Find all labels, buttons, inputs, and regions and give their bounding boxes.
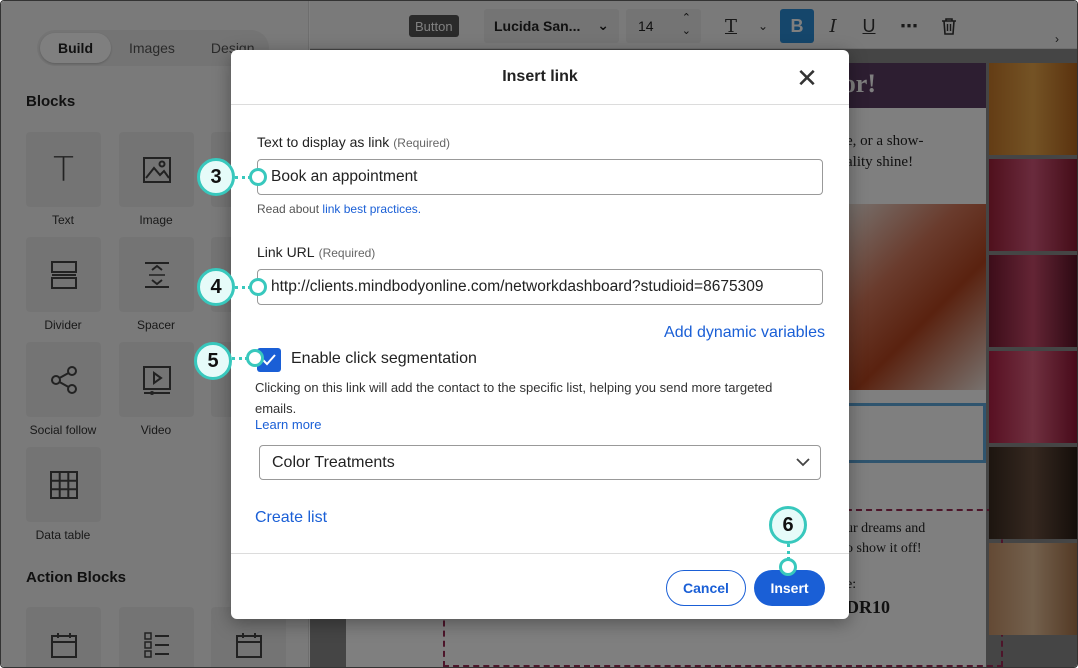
callout-badge: 5 (194, 342, 232, 380)
chevron-down-icon (796, 458, 810, 467)
callout-badge: 6 (769, 506, 807, 544)
callout-badge: 3 (197, 158, 235, 196)
close-icon[interactable]: ✕ (793, 64, 821, 92)
callout-dot (249, 278, 267, 296)
contact-list-value: Color Treatments (272, 453, 395, 471)
link-url-label: Link URL (Required) (257, 244, 375, 260)
divider (231, 104, 849, 105)
dialog-title: Insert link (502, 68, 578, 85)
segmentation-description: Clicking on this link will add the conta… (255, 380, 773, 416)
required-tag: (Required) (318, 246, 376, 260)
best-practices-link[interactable]: link best practices. (322, 202, 421, 216)
cancel-button[interactable]: Cancel (666, 570, 746, 606)
callout-dot (779, 558, 797, 576)
learn-more-link[interactable]: Learn more (255, 417, 321, 432)
link-url-label-text: Link URL (257, 244, 315, 260)
display-text-label-text: Text to display as link (257, 134, 390, 150)
link-url-input[interactable]: http://clients.mindbodyonline.com/networ… (257, 269, 823, 305)
display-text-label: Text to display as link (Required) (257, 134, 450, 150)
contact-list-select[interactable]: Color Treatments (259, 445, 821, 480)
required-tag: (Required) (393, 136, 450, 150)
app-window: Build Images Design Blocks T Text Image … (0, 0, 1078, 668)
add-dynamic-variables-link[interactable]: Add dynamic variables (664, 324, 825, 342)
help-text-prefix: Read about (257, 202, 320, 216)
callout-badge: 4 (197, 268, 235, 306)
callout-dot (249, 168, 267, 186)
segmentation-label: Enable click segmentation (291, 350, 477, 367)
help-text: Read about link best practices. (257, 202, 421, 216)
callout-dot (246, 349, 264, 367)
display-text-input[interactable]: Book an appointment (257, 159, 823, 195)
checkmark-icon (262, 354, 276, 366)
create-list-link[interactable]: Create list (255, 509, 327, 527)
divider (231, 553, 849, 554)
insert-link-dialog: Insert link ✕ Text to display as link (Re… (231, 50, 849, 619)
